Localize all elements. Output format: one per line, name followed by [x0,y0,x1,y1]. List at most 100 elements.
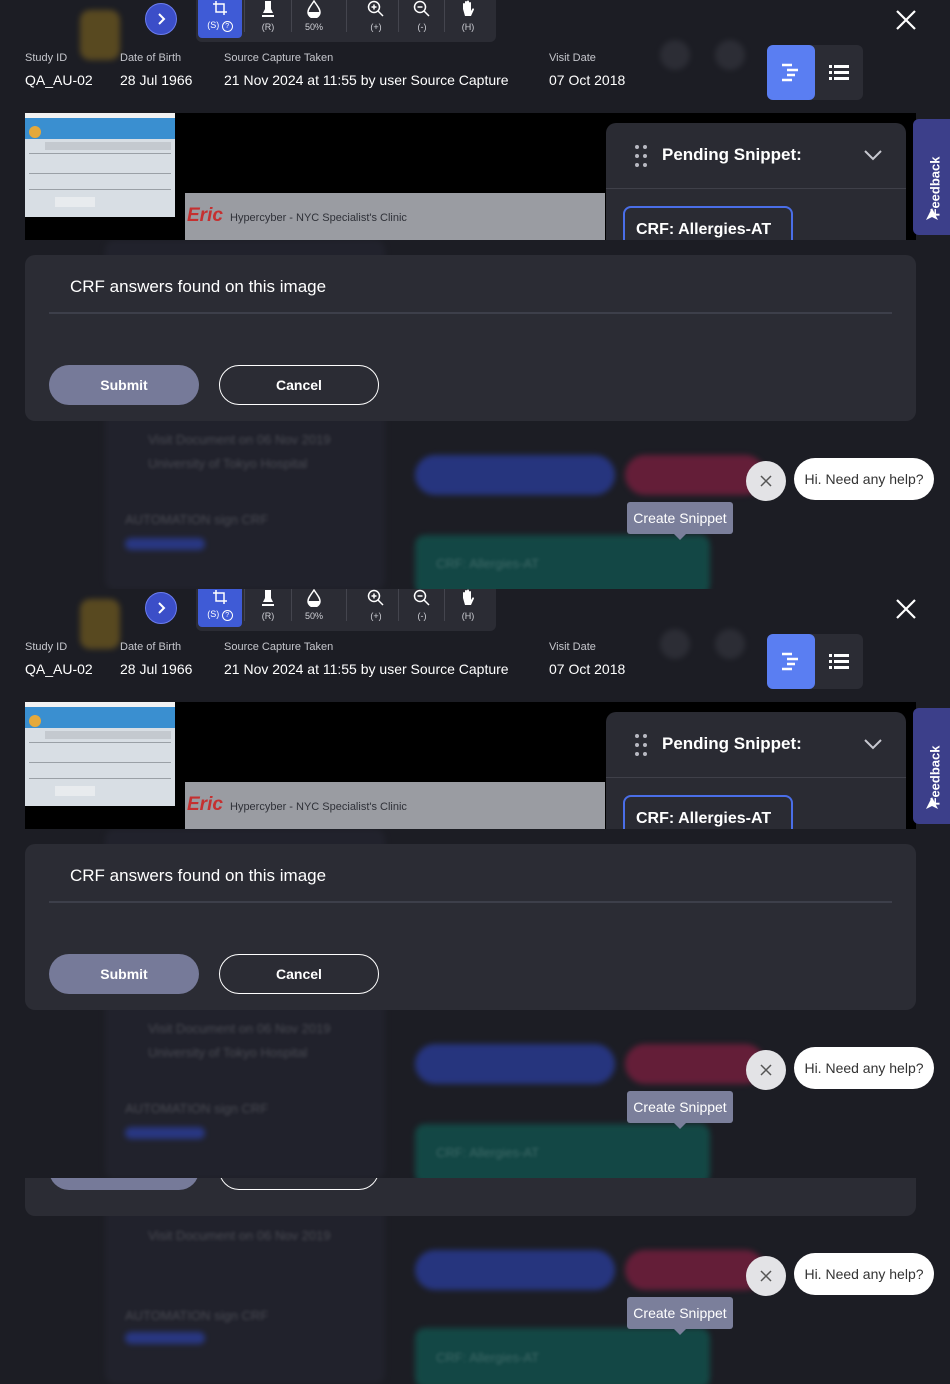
tool-label: (+) [370,611,382,621]
list-view-icon [829,64,849,80]
droplet-icon [307,0,321,18]
feedback-label: Feedback [927,745,943,806]
help-chat-bubble[interactable]: Hi. Need any help? [794,1047,934,1089]
close-icon [760,1064,772,1076]
close-button[interactable] [892,6,920,34]
capture-header: (S) ? (R) 50% (+) (-) (H) Study ID QA_AU… [0,0,950,110]
create-snippet-tooltip: Create Snippet [627,502,733,540]
capture-header: (S) ? (R) 50% (+) (-) (H) Study ID QA_AU… [0,589,950,699]
outline-view-button[interactable] [767,45,815,100]
tool-pan[interactable]: (H) [446,589,490,627]
visit-date-label: Visit Date [549,641,596,653]
chevron-down-icon[interactable] [864,149,882,161]
crf-tag-label: CRF: Allergies-AT [636,221,772,238]
crf-answers-dialog: CRF answers found on this image Submit C… [25,255,916,421]
tool-label: (+) [370,22,382,32]
source-image-viewer[interactable]: Eric Hypercyber - NYC Specialist's Clini… [25,113,916,240]
list-view-button[interactable] [815,45,863,100]
capture-screen-1: Visit Document on 06 Nov 2019 University… [0,0,950,589]
submit-button[interactable]: Submit [49,954,199,994]
tool-label: (S) [207,609,220,619]
highlighter-icon [262,590,274,606]
chevron-down-icon[interactable] [864,738,882,750]
capture-value: 21 Nov 2024 at 11:55 by user Source Capt… [224,661,509,677]
document-thumbnail[interactable] [25,702,175,806]
tool-label: (R) [261,22,275,32]
dob-label: Date of Birth [120,641,182,653]
help-circle-icon[interactable]: ? [221,21,233,32]
outline-view-icon [782,63,798,81]
tool-zoom-out[interactable]: (-) [400,0,444,38]
tool-label: 50% [304,22,323,32]
crf-tag-label: CRF: Allergies-AT [636,810,772,827]
crf-tag[interactable]: CRF: Allergies-AT [623,206,793,240]
zoom-out-icon [413,0,430,17]
crop-icon [213,590,227,604]
pending-snippet-title: Pending Snippet: [662,145,802,164]
tool-pan[interactable]: (H) [446,0,490,38]
feedback-tab[interactable]: Feedback [913,708,950,824]
dob-value: 28 Jul 1966 [120,661,193,677]
crf-answers-dialog-fragment: Submit Cancel [25,1178,916,1216]
help-chat-bubble[interactable]: Hi. Need any help? [794,458,934,500]
help-close-button[interactable] [746,1256,786,1296]
close-button[interactable] [892,595,920,623]
clinic-logo: Eric [187,205,223,226]
close-icon [760,1270,772,1282]
dob-label: Date of Birth [120,52,182,64]
help-chat-bubble[interactable]: Hi. Need any help? [794,1253,934,1295]
capture-screen-fragment: Visit Document on 06 Nov 2019 AUTOMATION… [0,1178,950,1384]
dob-value: 28 Jul 1966 [120,72,193,88]
feedback-tab[interactable]: Feedback [913,119,950,235]
tool-label: (-) [417,22,427,32]
source-image-viewer[interactable]: Eric Hypercyber - NYC Specialist's Clini… [25,702,916,829]
help-circle-icon[interactable]: ? [221,610,233,621]
crop-icon [213,1,227,15]
close-icon [760,475,772,487]
crf-answers-dialog: CRF answers found on this image Submit C… [25,844,916,1010]
next-button[interactable] [145,3,177,35]
pending-snippet-panel: Pending Snippet: CRF: Allergies-AT [606,123,906,240]
tool-select[interactable]: (S) ? [198,0,242,38]
submit-button[interactable]: Submit [49,1178,199,1190]
visit-date-label: Visit Date [549,52,596,64]
tool-label: (-) [417,611,427,621]
close-icon [896,599,916,619]
document-thumbnail[interactable] [25,113,175,217]
drag-grip-icon[interactable] [634,144,648,168]
drag-grip-icon[interactable] [634,733,648,757]
snippet-toolbar: (S) ? (R) 50% (+) (-) (H) [196,0,496,42]
cancel-button[interactable]: Cancel [219,954,379,994]
next-button[interactable] [145,592,177,624]
help-close-button[interactable] [746,1050,786,1090]
crf-answers-title: CRF answers found on this image [70,866,327,885]
clinic-logo: Eric [187,794,223,815]
tool-opacity[interactable]: 50% [292,0,336,38]
tool-zoom-in[interactable]: (+) [354,589,398,627]
list-view-button[interactable] [815,634,863,689]
help-close-button[interactable] [746,461,786,501]
tool-zoom-out[interactable]: (-) [400,589,444,627]
outline-view-button[interactable] [767,634,815,689]
highlighter-icon [262,1,274,17]
visit-date-value: 07 Oct 2018 [549,72,626,88]
pending-snippet-panel: Pending Snippet: CRF: Allergies-AT [606,712,906,829]
create-snippet-tooltip: Create Snippet [627,1297,733,1335]
create-snippet-tooltip: Create Snippet [627,1091,733,1129]
droplet-icon [307,589,321,607]
list-view-icon [829,653,849,669]
pending-snippet-title: Pending Snippet: [662,734,802,753]
tool-zoom-in[interactable]: (+) [354,0,398,38]
tool-highlight[interactable]: (R) [246,589,290,627]
send-icon [926,208,938,220]
view-toggle [767,634,863,689]
study-id-label: Study ID [25,641,68,653]
tool-highlight[interactable]: (R) [246,0,290,38]
submit-button[interactable]: Submit [49,365,199,405]
cancel-button[interactable]: Cancel [219,1178,379,1190]
tool-opacity[interactable]: 50% [292,589,336,627]
tool-select[interactable]: (S) ? [198,589,242,627]
capture-label: Source Capture Taken [224,641,334,653]
cancel-button[interactable]: Cancel [219,365,379,405]
crf-tag[interactable]: CRF: Allergies-AT [623,795,793,829]
